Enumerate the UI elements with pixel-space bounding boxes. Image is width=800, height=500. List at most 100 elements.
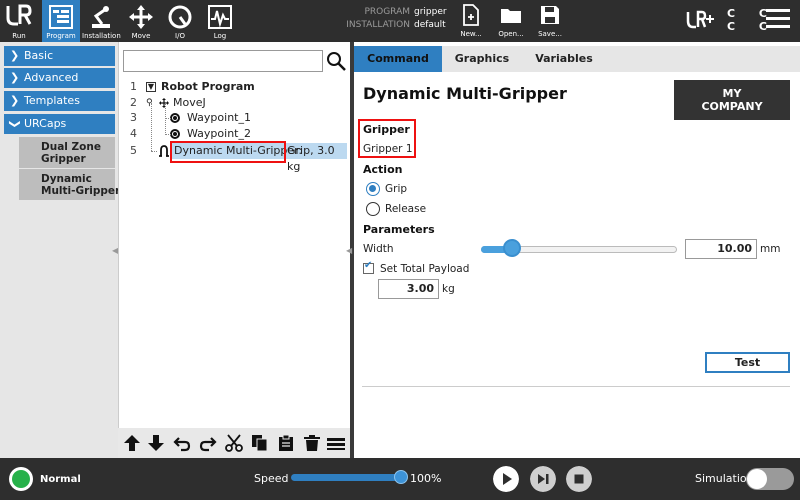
speed-slider-track[interactable] — [291, 474, 403, 481]
node-sidebar: ❯ Basic ❯ Advanced ❯ Templates ❯ URCaps … — [0, 42, 120, 458]
sidebar-item-label: Basic — [24, 49, 54, 62]
simulation-label: Simulation — [695, 472, 754, 485]
sidebar-item-basic[interactable]: ❯ Basic — [4, 46, 115, 66]
company-logo-button[interactable]: MY COMPANY — [674, 80, 790, 120]
top-bar: Run Program Installation Move I/O Log PR… — [0, 0, 800, 42]
delete-icon[interactable] — [303, 434, 321, 452]
sidebar-item-urcaps[interactable]: ❯ URCaps — [4, 114, 115, 134]
move-up-icon[interactable] — [123, 434, 141, 452]
tab-graphics[interactable]: Graphics — [442, 46, 522, 72]
tree-label-robot-program: Robot Program — [161, 80, 255, 93]
row-number: 4 — [130, 127, 137, 140]
nav-run-label: Run — [12, 32, 26, 40]
tab-command[interactable]: Command — [354, 46, 442, 72]
set-payload-checkbox[interactable] — [363, 260, 374, 274]
collapse-right-icon[interactable]: ◀ — [346, 246, 352, 255]
io-gauge-icon — [168, 5, 192, 29]
undo-icon[interactable] — [173, 434, 191, 452]
ur-plus-icon[interactable] — [686, 10, 714, 30]
row-number: 2 — [130, 96, 137, 109]
nav-io-button[interactable]: I/O — [161, 0, 199, 42]
sidebar-item-advanced[interactable]: ❯ Advanced — [4, 68, 115, 88]
save-program-label: Save... — [538, 30, 562, 38]
step-icon[interactable] — [530, 466, 556, 492]
release-radio[interactable] — [366, 202, 380, 216]
search-input[interactable] — [123, 50, 323, 72]
test-button[interactable]: Test — [705, 352, 790, 373]
parameters-heading: Parameters — [363, 223, 435, 236]
robot-status-label: Normal — [40, 474, 81, 485]
menu-icon[interactable] — [766, 9, 790, 31]
chevron-right-icon: ❯ — [10, 49, 20, 62]
nav-log-button[interactable]: Log — [201, 0, 239, 42]
search-icon[interactable] — [325, 50, 347, 72]
highlight-box — [170, 141, 286, 163]
gripper-heading: Gripper — [363, 123, 410, 136]
simulation-toggle[interactable] — [746, 468, 794, 490]
play-icon[interactable] — [493, 466, 519, 492]
move-down-icon[interactable] — [147, 434, 165, 452]
payload-input[interactable]: 3.00 — [378, 279, 439, 299]
copy-icon[interactable] — [251, 434, 269, 452]
chevron-down-icon: ❯ — [8, 119, 22, 129]
stop-icon[interactable] — [566, 466, 592, 492]
log-graph-icon — [208, 5, 232, 29]
waypoint-icon — [170, 129, 180, 139]
redo-icon[interactable] — [199, 434, 217, 452]
grip-radio[interactable] — [366, 182, 380, 196]
width-input[interactable]: 10.00 — [685, 239, 757, 259]
speed-slider-handle[interactable] — [394, 470, 408, 484]
collapse-toggle-icon[interactable]: ▼ — [146, 82, 156, 92]
installation-key: INSTALLATION — [346, 20, 410, 30]
paste-icon[interactable] — [277, 434, 295, 452]
nav-move-label: Move — [131, 32, 151, 40]
tree-connector — [151, 103, 152, 151]
tree-connector — [151, 151, 157, 152]
open-folder-icon — [501, 9, 521, 23]
robot-status-icon[interactable] — [9, 467, 33, 491]
sidebar-item-dynamic-multi-gripper[interactable]: Dynamic Multi-Gripper — [19, 169, 120, 200]
new-program-button[interactable]: New... — [454, 2, 488, 40]
tree-connector — [165, 118, 171, 119]
bottom-bar: Normal Speed 100% Simulation — [0, 458, 800, 500]
nav-installation-label: Installation — [82, 32, 121, 40]
cut-icon[interactable] — [225, 434, 243, 452]
nav-io-label: I/O — [175, 32, 185, 40]
nav-run-button[interactable]: Run — [0, 0, 38, 42]
speed-value: 100% — [410, 472, 442, 485]
nav-installation-button[interactable]: Installation — [82, 0, 121, 42]
sidebar-item-dual-zone-gripper[interactable]: Dual Zone Gripper — [19, 137, 115, 168]
tree-row[interactable]: 4 Waypoint_2 — [118, 126, 350, 142]
gripper-value: Gripper 1 — [363, 143, 413, 155]
sidebar-item-templates[interactable]: ❯ Templates — [4, 91, 115, 111]
waypoint-icon — [170, 113, 180, 123]
grip-radio-label: Grip — [385, 183, 408, 195]
width-unit: mm — [760, 243, 781, 255]
tree-label-movej: MoveJ — [173, 96, 206, 109]
chevron-right-icon: ❯ — [10, 71, 20, 84]
suppress-icon[interactable] — [327, 434, 345, 452]
program-icon — [49, 5, 73, 29]
program-name: gripper — [414, 7, 447, 17]
new-file-icon — [463, 4, 479, 26]
tree-row[interactable]: 2 ⚲ MoveJ — [118, 95, 350, 111]
open-program-button[interactable]: Open... — [494, 2, 528, 40]
ur-logo-icon — [6, 4, 32, 26]
tree-row[interactable]: 3 Waypoint_1 — [118, 110, 350, 126]
program-info: PROGRAM gripper INSTALLATION default — [340, 6, 447, 32]
page-title: Dynamic Multi-Gripper — [363, 84, 567, 103]
action-heading: Action — [363, 163, 403, 176]
row-number: 3 — [130, 111, 137, 124]
nav-log-label: Log — [213, 32, 227, 40]
tree-label-waypoint-2: Waypoint_2 — [187, 127, 251, 140]
sidebar-item-label: Advanced — [24, 71, 79, 84]
program-key: PROGRAM — [364, 7, 410, 17]
tree-row[interactable]: 1 ▼ Robot Program — [118, 79, 350, 95]
save-program-button[interactable]: Save... — [533, 2, 567, 40]
tab-variables[interactable]: Variables — [522, 46, 606, 72]
payload-unit: kg — [442, 283, 455, 295]
nav-move-button[interactable]: Move — [122, 0, 160, 42]
width-label: Width — [363, 243, 394, 255]
nav-program-button[interactable]: Program — [42, 0, 80, 42]
width-slider-handle[interactable] — [503, 239, 522, 257]
